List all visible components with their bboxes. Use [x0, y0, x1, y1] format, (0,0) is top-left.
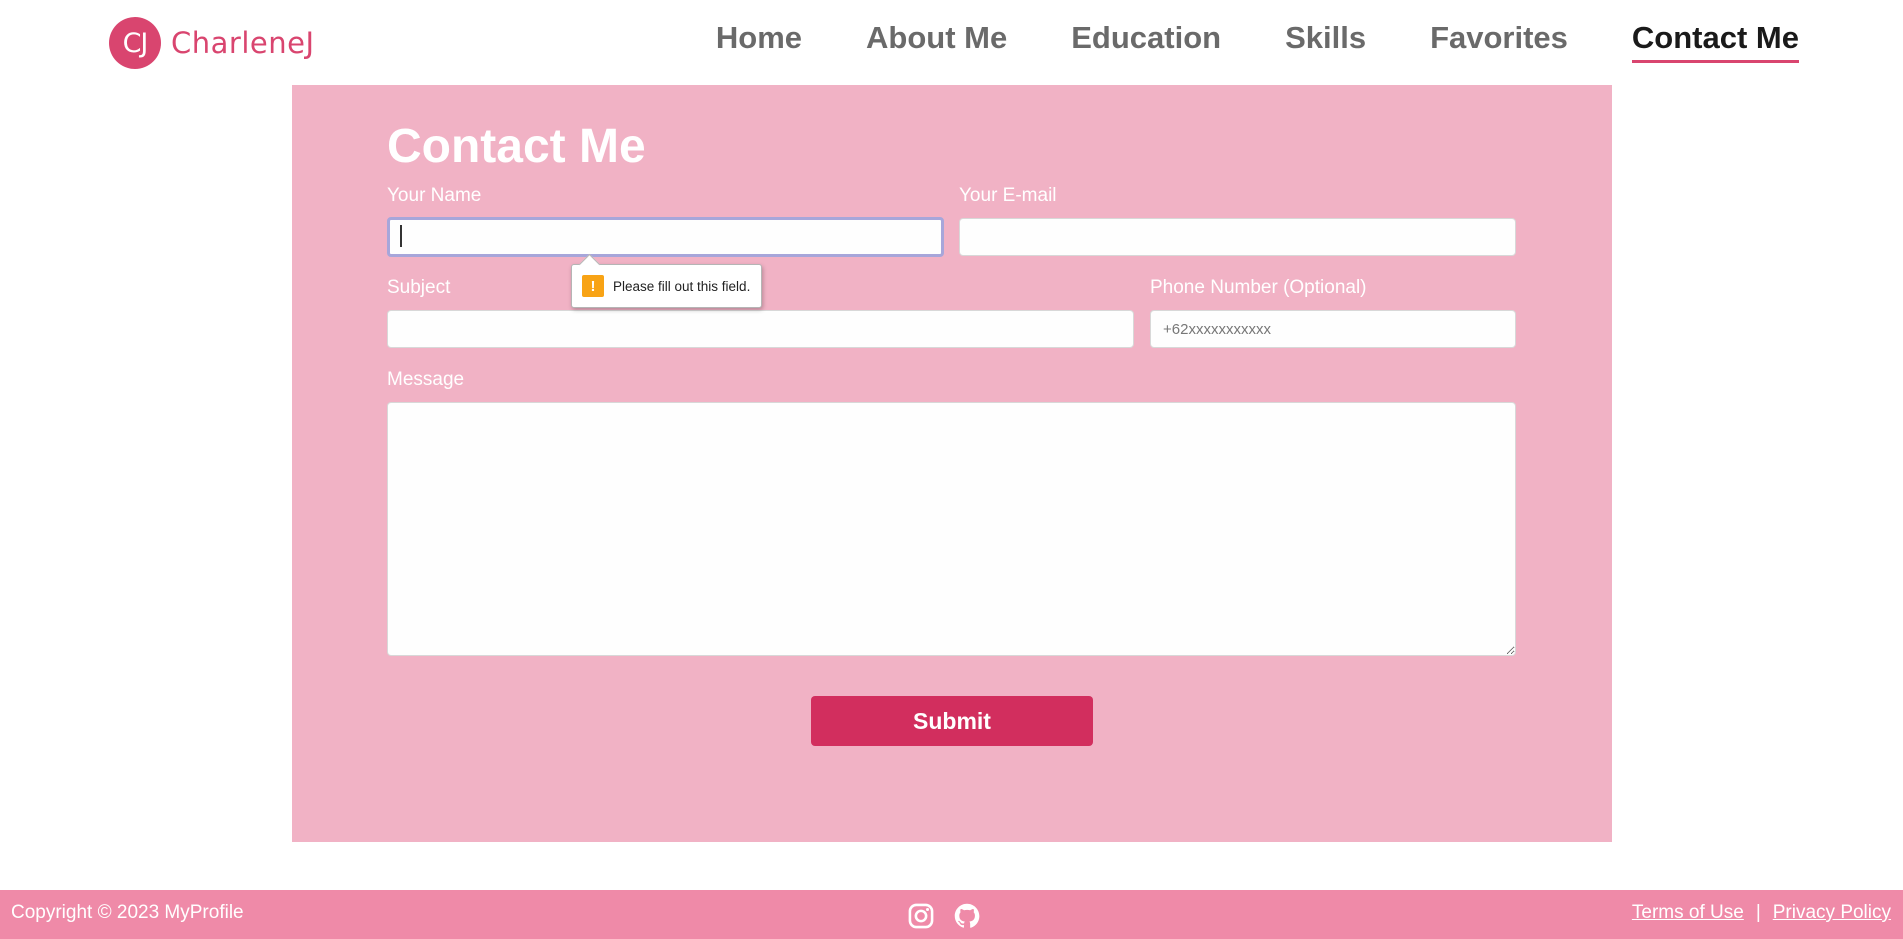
validation-tooltip: ! Please fill out this field.	[571, 264, 762, 308]
site-header: CJ CharleneJ Home About Me Education Ski…	[0, 0, 1903, 85]
submit-button[interactable]: Submit	[811, 696, 1093, 746]
brand-name: CharleneJ	[171, 26, 315, 60]
contact-panel: Contact Me Your Name Your E-mail Subject…	[292, 85, 1612, 842]
brand-logo[interactable]: CJ CharleneJ	[109, 17, 315, 69]
terms-of-use-link[interactable]: Terms of Use	[1632, 902, 1744, 924]
subject-input[interactable]	[387, 310, 1134, 348]
nav-item-skills[interactable]: Skills	[1285, 20, 1366, 63]
footer-links: Terms of Use | Privacy Policy	[1632, 902, 1891, 924]
warning-icon: !	[582, 275, 604, 297]
nav-item-education[interactable]: Education	[1071, 20, 1221, 63]
email-label: Your E-mail	[959, 185, 1057, 206]
instagram-icon[interactable]	[907, 902, 935, 930]
text-caret	[400, 225, 402, 247]
phone-input[interactable]	[1150, 310, 1516, 348]
validation-message: Please fill out this field.	[613, 278, 751, 294]
main-nav: Home About Me Education Skills Favorites…	[716, 20, 1799, 63]
site-footer: Copyright © 2023 MyProfile Terms of Use …	[0, 890, 1903, 939]
social-links	[907, 902, 981, 930]
message-label: Message	[387, 369, 465, 390]
email-input[interactable]	[959, 218, 1516, 256]
logo-badge: CJ	[109, 17, 161, 69]
name-input[interactable]	[387, 217, 944, 257]
nav-item-contact-me[interactable]: Contact Me	[1631, 20, 1799, 63]
privacy-policy-link[interactable]: Privacy Policy	[1773, 902, 1891, 924]
subject-label: Subject	[387, 277, 451, 298]
nav-item-favorites[interactable]: Favorites	[1430, 20, 1568, 63]
page-title: Contact Me	[387, 120, 646, 173]
copyright-text: Copyright © 2023 MyProfile	[11, 902, 244, 923]
footer-separator: |	[1755, 902, 1761, 923]
phone-label: Phone Number (Optional)	[1150, 277, 1367, 298]
nav-item-about-me[interactable]: About Me	[866, 20, 1007, 63]
nav-item-home[interactable]: Home	[716, 20, 802, 63]
github-icon[interactable]	[953, 902, 981, 930]
name-label: Your Name	[387, 185, 482, 206]
message-textarea[interactable]	[387, 402, 1516, 656]
